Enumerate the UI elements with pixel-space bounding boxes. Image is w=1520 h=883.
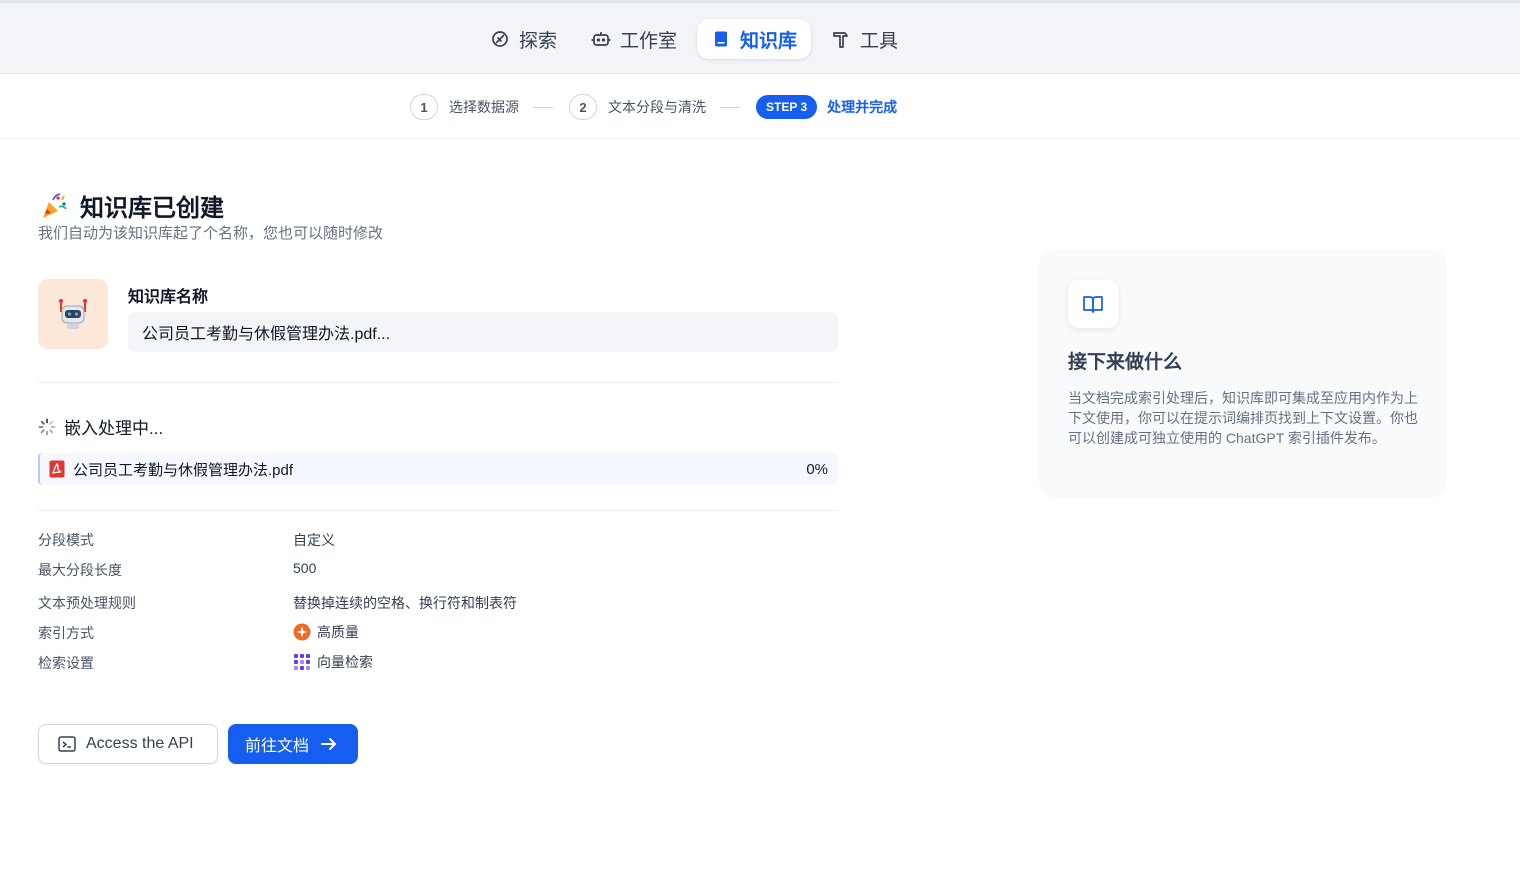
page-header: 知识库已创建 xyxy=(38,188,224,223)
meta-value-index-mode: 高质量 xyxy=(293,622,359,642)
meta-value-segment-mode: 自定义 xyxy=(293,530,335,550)
meta-value-max-length: 500 xyxy=(293,560,316,576)
embedding-file-name: 公司员工考勤与休假管理办法.pdf xyxy=(73,461,294,479)
nav-tools[interactable]: 工具 xyxy=(817,19,912,59)
panel-title: 接下来做什么 xyxy=(1068,352,1183,373)
next-steps-panel: 接下来做什么 当文档完成索引处理后，知识库即可集成至应用内作为上下文使用，你可以… xyxy=(1039,249,1447,498)
embedding-file-row: 公司员工考勤与休假管理办法.pdf 0% xyxy=(38,453,838,485)
embedding-progress-text: 0% xyxy=(806,460,828,478)
access-api-button[interactable]: Access the API xyxy=(38,724,218,764)
go-to-docs-button[interactable]: 前往文档 xyxy=(228,724,358,764)
step-separator xyxy=(720,106,740,108)
nav-studio-label: 工作室 xyxy=(620,30,678,52)
pdf-file-icon xyxy=(49,460,65,478)
page-subtitle: 我们自动为该知识库起了个名称，您也可以随时修改 xyxy=(38,225,384,242)
name-label: 知识库名称 xyxy=(128,289,209,306)
high-quality-icon xyxy=(293,623,311,641)
nav-explore-label: 探索 xyxy=(519,30,558,52)
meta-value-text: 替换掉连续的空格、换行符和制表符 xyxy=(293,595,517,611)
robot-avatar-icon xyxy=(59,299,87,329)
robot-icon xyxy=(591,32,611,46)
meta-value-text: 自定义 xyxy=(293,532,335,548)
terminal-icon xyxy=(58,736,76,752)
go-to-docs-label: 前往文档 xyxy=(245,738,310,755)
stepper-bar: 1 选择数据源 2 文本分段与清洗 STEP 3 处理并完成 xyxy=(0,74,1520,139)
divider xyxy=(38,510,838,511)
book-icon xyxy=(715,31,728,47)
meta-label-segment-mode: 分段模式 xyxy=(38,532,94,548)
divider xyxy=(38,382,838,383)
step-2-label: 文本分段与清洗 xyxy=(608,99,706,115)
open-book-icon xyxy=(1083,296,1103,313)
nav-explore[interactable]: 探索 xyxy=(476,19,571,59)
arrow-right-icon xyxy=(321,738,337,750)
knowledge-avatar[interactable] xyxy=(38,279,108,349)
access-api-label: Access the API xyxy=(86,735,194,752)
meta-value-text: 向量检索 xyxy=(317,654,373,670)
nav-knowledge-label: 知识库 xyxy=(740,30,798,52)
step-1-number: 1 xyxy=(410,94,438,120)
step-separator xyxy=(533,106,553,108)
meta-label-preprocess: 文本预处理规则 xyxy=(38,595,136,611)
meta-value-text: 高质量 xyxy=(317,624,359,640)
page-title: 知识库已创建 xyxy=(80,195,224,222)
meta-value-text: 500 xyxy=(293,560,317,576)
panel-icon-box xyxy=(1068,280,1118,328)
step-1-label: 选择数据源 xyxy=(449,99,519,115)
loading-spinner-icon xyxy=(38,418,56,435)
stepper: 1 选择数据源 2 文本分段与清洗 STEP 3 处理并完成 xyxy=(410,94,897,120)
embedding-status-text: 嵌入处理中... xyxy=(64,419,164,438)
meta-label-retrieval: 检索设置 xyxy=(38,655,94,671)
step-2-number: 2 xyxy=(569,94,597,120)
nav-studio[interactable]: 工作室 xyxy=(577,19,691,59)
embedding-status: 嵌入处理中... xyxy=(38,414,163,439)
nav-knowledge[interactable]: 知识库 xyxy=(697,19,812,59)
panel-description: 当文档完成索引处理后，知识库即可集成至应用内作为上下文使用，你可以在提示词编排页… xyxy=(1068,390,1418,446)
knowledge-name-input[interactable] xyxy=(128,312,838,352)
vector-grid-icon xyxy=(294,654,310,670)
main-nav: 探索 工作室 知识库 工具 xyxy=(476,19,912,59)
hammer-icon xyxy=(833,32,848,48)
meta-label-index-mode: 索引方式 xyxy=(38,625,94,641)
meta-value-preprocess: 替换掉连续的空格、换行符和制表符 xyxy=(293,593,517,613)
compass-icon xyxy=(492,31,508,47)
step-3-label: 处理并完成 xyxy=(827,99,898,115)
party-popper-icon xyxy=(43,192,67,218)
top-navigation: 探索 工作室 知识库 工具 xyxy=(0,0,1520,74)
meta-label-max-length: 最大分段长度 xyxy=(38,562,122,578)
nav-tools-label: 工具 xyxy=(860,30,899,52)
step-3-badge: STEP 3 xyxy=(756,95,818,119)
meta-value-retrieval: 向量检索 xyxy=(293,652,373,672)
